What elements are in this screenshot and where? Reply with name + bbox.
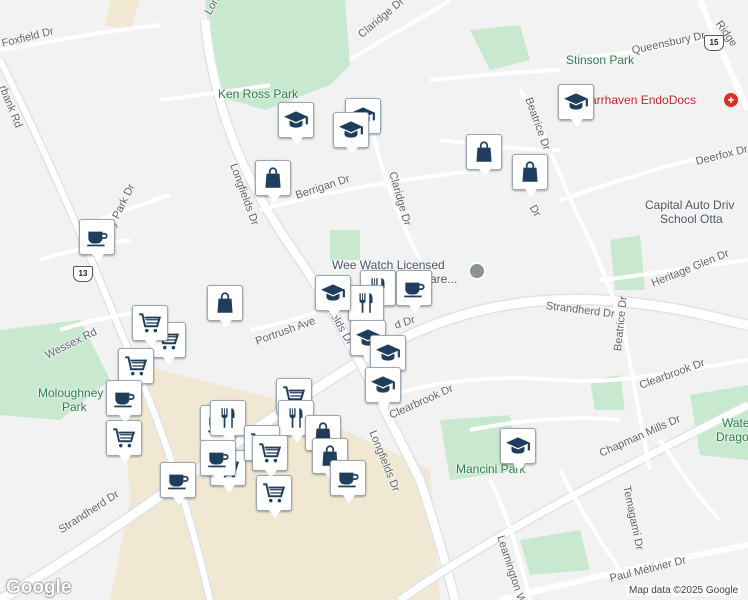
park-label-moloughney-1: Moloughney [38,386,104,400]
cafe-pin[interactable] [330,460,366,503]
grocery-pin[interactable] [252,435,288,478]
map-attribution[interactable]: Map data ©2025 Google [626,585,742,596]
school-cap-icon [563,89,589,115]
park-label-water-dragon-1: Wate [722,416,748,430]
park-label-water-dragon-2: Dragon [716,430,748,444]
park-label-stinson: Stinson Park [566,53,635,67]
poi-label-wee-watch-2[interactable]: are... [430,272,457,287]
poi-label-endodocs[interactable]: arrhaven EndoDocs [590,93,696,107]
cafe-pin[interactable] [79,219,115,262]
poi-label-capital-auto-2[interactable]: School Otta [660,212,723,227]
green-space [610,235,645,290]
shopping-cart-icon [257,440,283,466]
school-pin[interactable] [315,275,351,318]
shopping-cart-icon [261,480,287,506]
school-pin[interactable] [558,84,594,127]
school-pin[interactable] [500,428,536,471]
map-canvas[interactable]: Foxfield Dr Longfields Dr Longfields Dr … [0,0,748,600]
school-pin[interactable] [333,112,369,155]
shopping-cart-icon [123,353,149,379]
grocery-pin[interactable] [132,305,168,348]
ridge-road [697,0,748,112]
coffee-cup-icon [205,445,231,471]
school-pin[interactable] [278,102,314,145]
highway-shield-15: 15 [704,35,724,51]
fork-knife-icon [353,290,379,316]
coffee-cup-icon [84,224,110,250]
school-cap-icon [370,372,396,398]
shopping-bag-icon [260,165,286,191]
google-logo: Google [6,577,72,598]
stinson-park-area [470,25,530,70]
restaurant-pin[interactable] [348,285,384,328]
coffee-cup-icon [111,385,137,411]
cafe-pin[interactable] [396,270,432,313]
grocery-pin[interactable] [118,348,154,391]
grocery-pin[interactable] [256,475,292,518]
restaurant-pin[interactable] [210,400,246,443]
coffee-cup-icon [401,275,427,301]
medical-icon[interactable]: + [724,93,738,107]
cafe-pin[interactable] [160,462,196,505]
shopping-cart-icon [111,425,137,451]
highway-shield-13: 13 [73,266,93,282]
coffee-cup-icon [165,467,191,493]
school-cap-icon [505,433,531,459]
school-cap-icon [283,107,309,133]
cafe-pin[interactable] [200,440,236,483]
cafe-pin[interactable] [106,380,142,423]
shopping-bag-icon [212,290,238,316]
shopping-pin[interactable] [512,154,548,197]
green-space [520,530,590,575]
park-label-ken-ross: Ken Ross Park [218,87,299,101]
fork-knife-icon [215,405,241,431]
shopping-bag-icon [517,159,543,185]
school-cap-icon [338,117,364,143]
shopping-pin[interactable] [466,134,502,177]
shopping-cart-icon [137,310,163,336]
school-cap-icon [320,280,346,306]
green-space [330,230,360,260]
shopping-pin[interactable] [207,285,243,328]
shopping-pin[interactable] [255,160,291,203]
park-label-moloughney-2: Park [62,400,87,414]
school-pin[interactable] [370,335,406,378]
green-space [105,0,140,30]
school-pin[interactable] [365,367,401,410]
coffee-cup-icon [335,465,361,491]
shopping-bag-icon [471,139,497,165]
school-cap-icon [375,340,401,366]
poi-label-capital-auto-1[interactable]: Capital Auto Driv [645,198,734,213]
daycare-place-icon[interactable] [468,262,486,280]
grocery-pin[interactable] [106,420,142,463]
